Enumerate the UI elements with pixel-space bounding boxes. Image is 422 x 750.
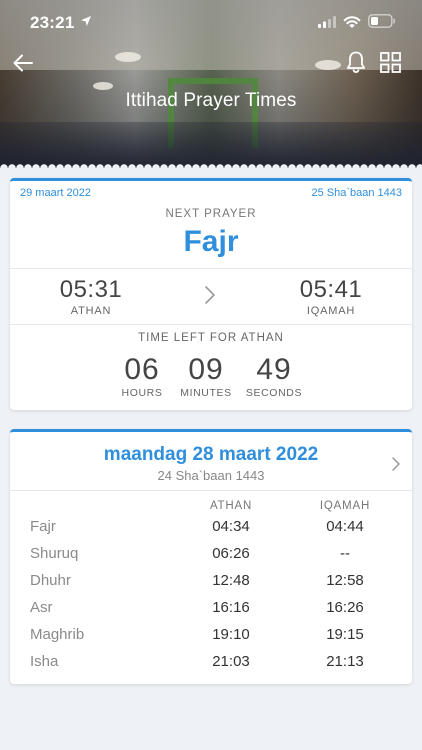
prayer-row-asr: Asr 16:16 16:26 (10, 599, 412, 626)
prayer-name: Shuruq (30, 545, 79, 562)
countdown-seconds-label: SECONDS (245, 387, 303, 399)
next-prayer-card: 29 maart 2022 25 Sha`baan 1443 NEXT PRAY… (10, 178, 412, 410)
chevron-right-icon (205, 286, 215, 304)
ceiling-lamp (93, 82, 113, 90)
gregorian-date: 29 maart 2022 (20, 187, 91, 199)
prayer-row-maghrib: Maghrib 19:10 19:15 (10, 626, 412, 653)
prayer-iqamah-time: 16:26 (326, 599, 364, 616)
day-schedule-card: maandag 28 maart 2022 24 Sha`baan 1443 A… (10, 429, 412, 684)
divider (10, 268, 412, 269)
prayer-iqamah-time: -- (340, 545, 350, 562)
bell-icon[interactable] (345, 50, 367, 74)
countdown-seconds-value: 49 (256, 353, 292, 386)
prayer-row-dhuhr: Dhuhr 12:48 12:58 (10, 572, 412, 599)
prayer-name: Fajr (30, 518, 56, 535)
countdown-seconds: 49 SECONDS (234, 353, 314, 399)
prayer-athan-time: 12:48 (212, 572, 250, 589)
ceiling-lamp (115, 52, 141, 62)
prayer-row-shuruq: Shuruq 06:26 -- (10, 545, 412, 572)
iqamah-time-block: 05:41 IQAMAH (266, 276, 396, 317)
prayer-athan-time: 06:26 (212, 545, 250, 562)
location-arrow-icon (81, 16, 91, 26)
athan-column-header: ATHAN (209, 500, 253, 512)
status-bar: 23:21 (0, 0, 422, 44)
wifi-icon (343, 16, 361, 28)
prayer-name: Dhuhr (30, 572, 71, 589)
prayer-athan-time: 04:34 (212, 518, 250, 535)
header-banner: 23:21 Ittihad Prayer Times (0, 0, 422, 168)
next-day-chevron-icon[interactable] (390, 456, 402, 472)
prayer-name: Isha (30, 653, 59, 670)
divider (10, 490, 412, 491)
header-scallop-edge (0, 160, 422, 170)
prayer-row-fajr: Fajr 04:34 04:44 (10, 518, 412, 545)
next-prayer-label: NEXT PRAYER (165, 208, 257, 220)
prayer-iqamah-time: 04:44 (326, 518, 364, 535)
page-title: Ittihad Prayer Times (125, 90, 297, 111)
prayer-athan-time: 19:10 (212, 626, 250, 643)
cellular-signal-icon (318, 16, 336, 28)
next-prayer-name: Fajr (183, 225, 239, 258)
athan-time: 05:31 (59, 276, 123, 303)
grid-icon[interactable] (380, 52, 401, 73)
prayer-row-isha: Isha 21:03 21:13 (10, 653, 412, 680)
next-prayer-dates: 29 maart 2022 25 Sha`baan 1443 (10, 185, 412, 201)
iqamah-time: 05:41 (299, 276, 363, 303)
iqamah-label: IQAMAH (306, 305, 356, 317)
prayer-athan-time: 16:16 (212, 599, 250, 616)
prayer-iqamah-time: 12:58 (326, 572, 364, 589)
status-time: 23:21 (30, 13, 75, 32)
day-hijri-date: 24 Sha`baan 1443 (157, 468, 265, 483)
prayer-iqamah-time: 21:13 (326, 653, 364, 670)
prayer-athan-time: 21:03 (212, 653, 250, 670)
hijri-date: 25 Sha`baan 1443 (311, 187, 402, 199)
athan-label: ATHAN (70, 305, 112, 317)
athan-time-block: 05:31 ATHAN (26, 276, 156, 317)
iqamah-column-header: IQAMAH (319, 500, 371, 512)
divider (10, 324, 412, 325)
day-title: maandag 28 maart 2022 (103, 444, 319, 465)
prayer-iqamah-time: 19:15 (326, 626, 364, 643)
ceiling-lamp (315, 60, 341, 70)
prayer-name: Asr (30, 599, 53, 616)
back-arrow-icon[interactable] (12, 52, 34, 74)
prayer-name: Maghrib (30, 626, 85, 643)
battery-icon (368, 14, 396, 28)
time-left-label: TIME LEFT FOR ATHAN (138, 332, 284, 344)
